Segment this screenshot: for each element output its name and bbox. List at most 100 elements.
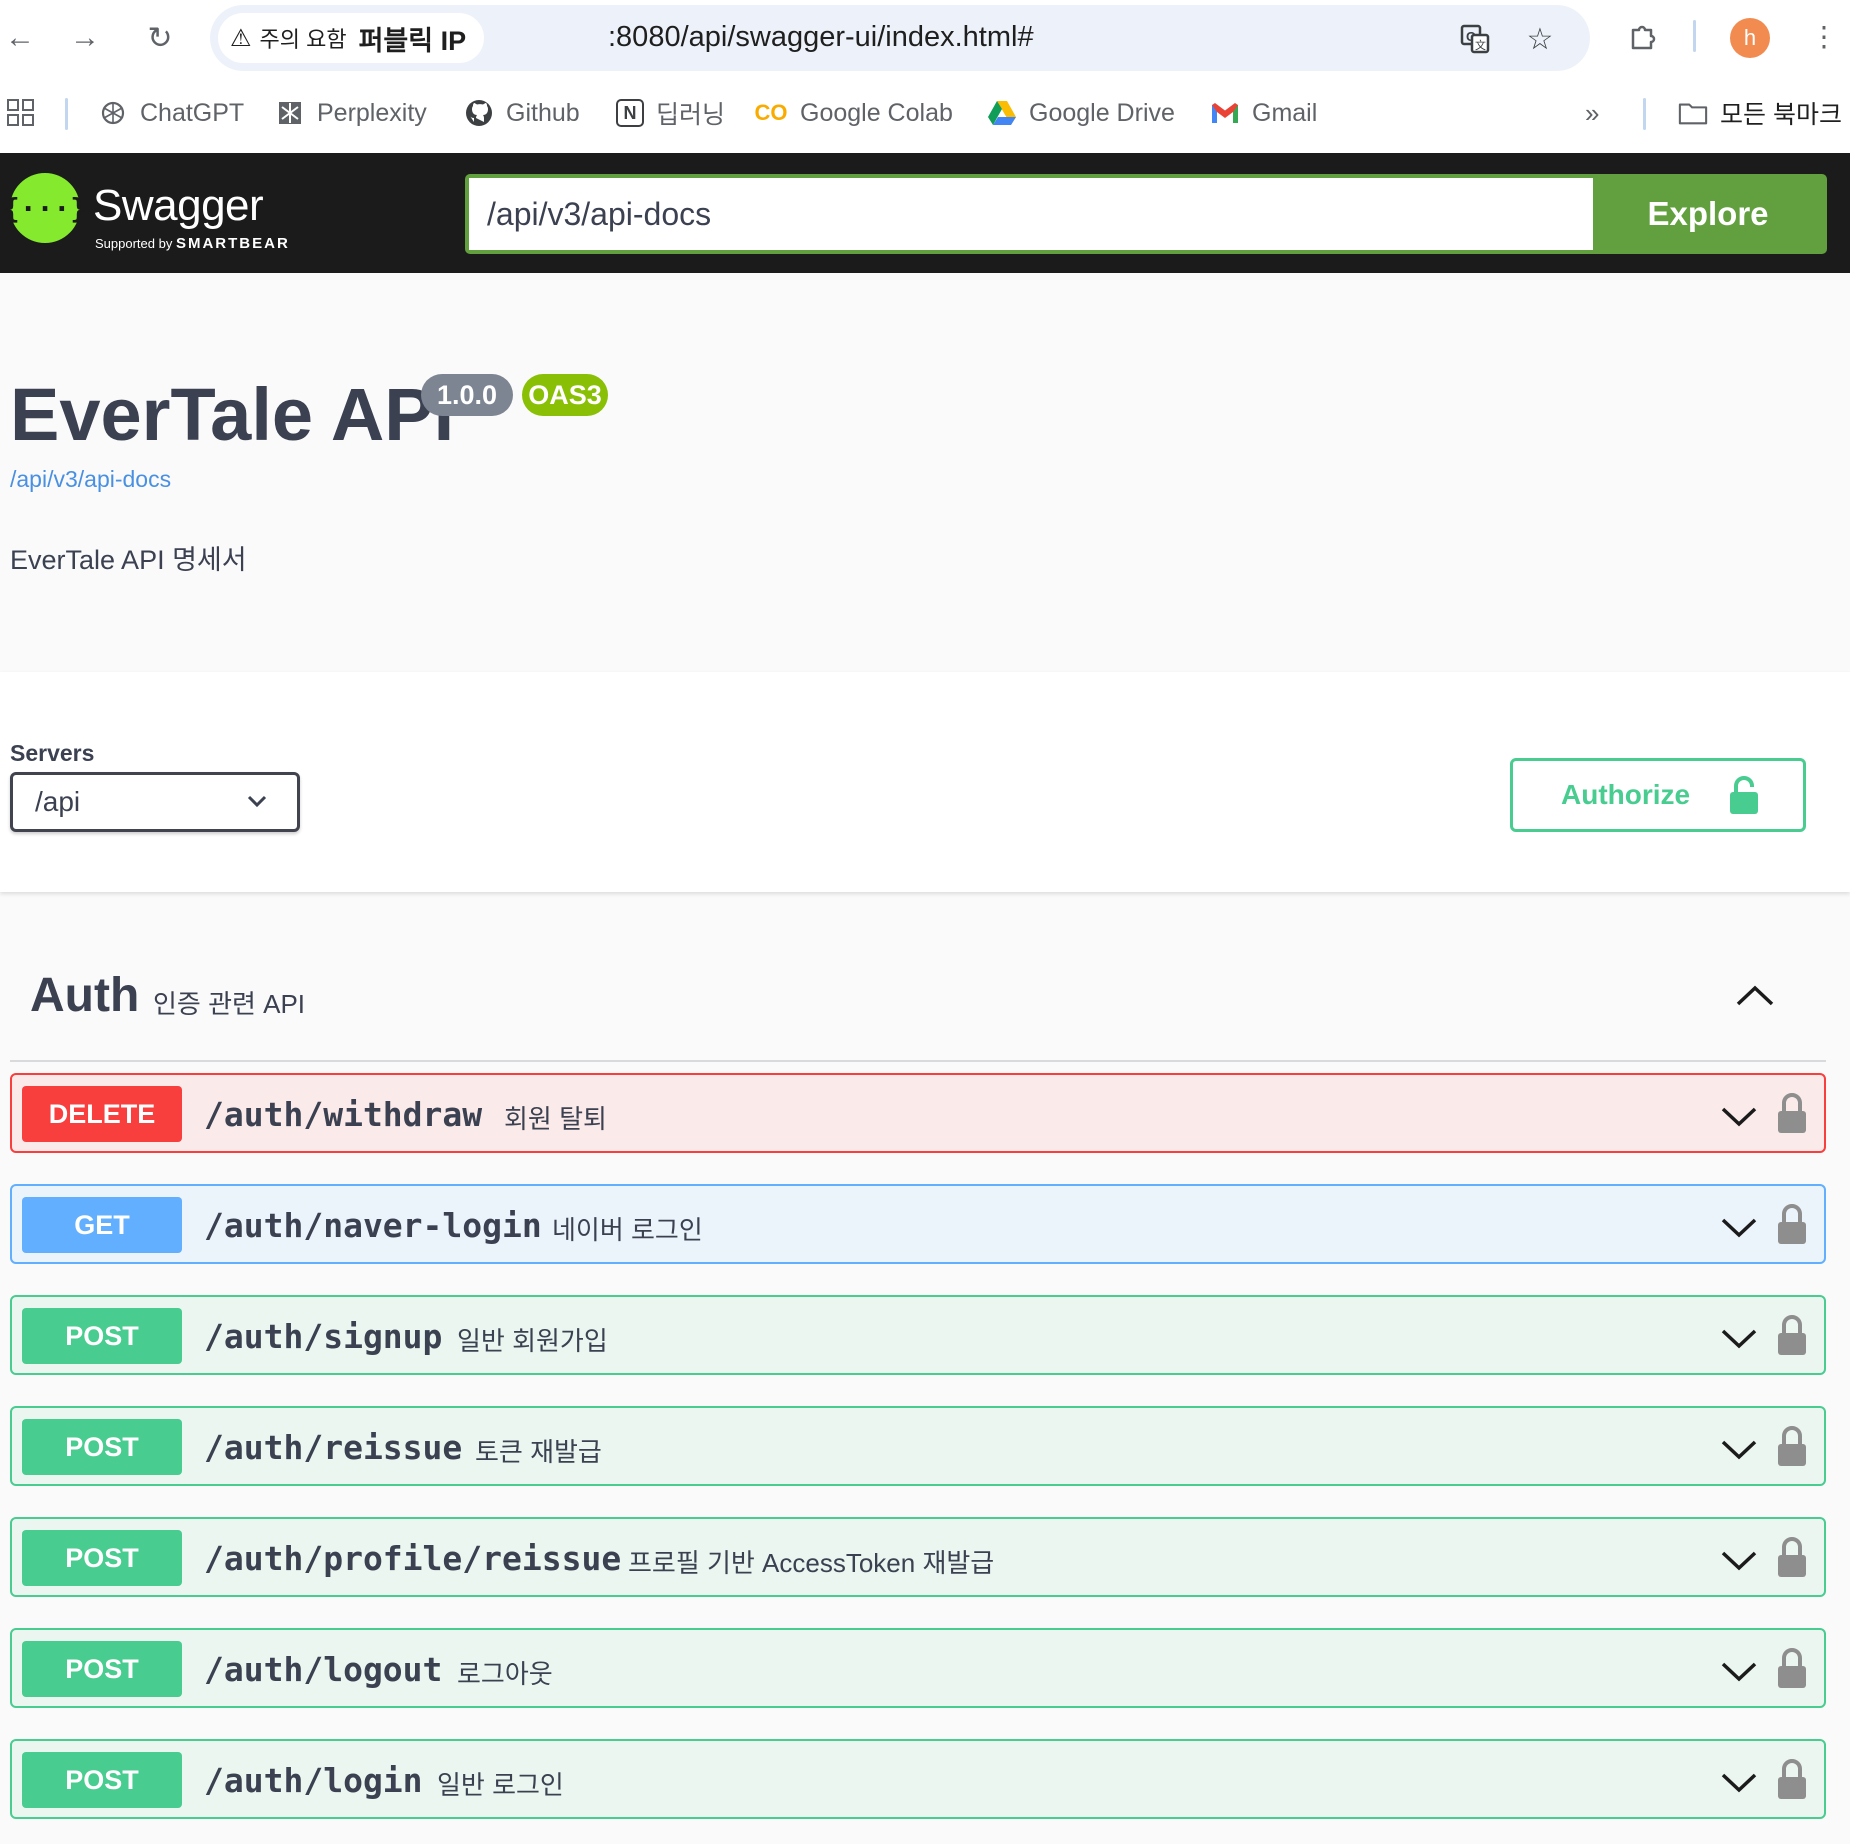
method-badge: GET	[22, 1197, 182, 1253]
method-badge: POST	[22, 1752, 182, 1808]
chevron-down-icon[interactable]	[1717, 1101, 1761, 1131]
operation-path: /auth/signup	[204, 1317, 443, 1356]
bookmark-label: Google Drive	[1029, 98, 1175, 127]
operation-summary: 프로필 기반 AccessToken 재발급	[628, 1548, 995, 1578]
api-description: EverTale API 명세서	[10, 545, 247, 575]
bookmark-perplexity[interactable]: Perplexity	[275, 90, 427, 136]
chevron-down-icon[interactable]	[1717, 1212, 1761, 1242]
bookmark-label: Gmail	[1252, 98, 1318, 127]
folder-icon	[1678, 98, 1708, 128]
operation-post-auth-profile-reissue[interactable]: POST /auth/profile/reissue 프로필 기반 Access…	[10, 1517, 1826, 1597]
swagger-logo-icon[interactable]: {···}	[3, 173, 87, 243]
all-bookmarks-label: 모든 북마크	[1720, 101, 1842, 129]
operation-get-auth-naver-login[interactable]: GET /auth/naver-login 네이버 로그인	[10, 1184, 1826, 1264]
security-chip[interactable]: ⚠ 주의 요함 퍼블릭 IP	[218, 13, 485, 63]
method-badge: POST	[22, 1419, 182, 1475]
bookmark-google-colab[interactable]: CO Google Colab	[754, 90, 953, 136]
lock-icon[interactable]	[1777, 1646, 1807, 1695]
extensions-icon[interactable]	[1623, 16, 1663, 56]
google-drive-icon	[987, 98, 1017, 128]
all-bookmarks-folder[interactable]: 모든 북마크	[1678, 90, 1842, 136]
operation-summary: 토큰 재발급	[475, 1437, 602, 1467]
chevron-down-icon[interactable]	[1717, 1323, 1761, 1353]
security-label: 주의 요함	[259, 27, 347, 52]
chevron-down-icon[interactable]	[1717, 1434, 1761, 1464]
chevron-up-icon[interactable]	[1730, 976, 1780, 1016]
authorize-label: Authorize	[1561, 779, 1691, 810]
url-text[interactable]: :8080/api/swagger-ui/index.html#	[608, 21, 1034, 54]
chevron-down-icon[interactable]	[1717, 1656, 1761, 1686]
chevron-down-icon[interactable]	[1717, 1545, 1761, 1575]
swagger-topbar: {···} Swagger Supported by SMARTBEAR Exp…	[0, 153, 1850, 273]
browser-toolbar: ← → ↻ ⚠ 주의 요함 퍼블릭 IP :8080/api/swagger-u…	[0, 0, 1850, 153]
bookmarks-divider	[65, 98, 68, 130]
bookmark-star-icon[interactable]: ☆	[1520, 19, 1560, 59]
operation-path: /auth/profile/reissue	[204, 1539, 622, 1578]
lock-icon[interactable]	[1777, 1535, 1807, 1584]
bookmark-github[interactable]: Github	[464, 90, 580, 136]
more-bookmarks-icon[interactable]: »	[1585, 90, 1599, 136]
gmail-icon	[1210, 98, 1240, 128]
version-badge: 1.0.0	[421, 374, 513, 416]
bookmarks-bar: ChatGPT Perplexity Github N 딥러닝 CO Googl…	[0, 90, 1850, 136]
translate-icon[interactable]: G文	[1455, 19, 1495, 59]
tag-auth-header[interactable]: Auth 인증 관련 API	[10, 950, 1826, 1062]
lock-icon[interactable]	[1777, 1313, 1807, 1362]
operation-path: /auth/login	[204, 1761, 423, 1800]
supported-by-text: Supported by	[95, 236, 173, 251]
authorize-button[interactable]: Authorize	[1510, 758, 1806, 832]
chevron-down-icon[interactable]	[1717, 1767, 1761, 1797]
perplexity-icon	[275, 98, 305, 128]
notion-icon: N	[616, 99, 644, 127]
tag-description: 인증 관련 API	[153, 989, 306, 1019]
back-arrow-icon[interactable]: ←	[0, 18, 40, 58]
lock-icon[interactable]	[1777, 1424, 1807, 1473]
servers-select[interactable]: /api	[10, 772, 300, 832]
bookmark-deep-learning[interactable]: N 딥러닝	[616, 90, 725, 136]
lock-icon[interactable]	[1777, 1202, 1807, 1251]
operation-path: /auth/logout	[204, 1650, 443, 1689]
operation-summary: 회원 탈퇴	[504, 1104, 607, 1134]
address-bar[interactable]: ⚠ 주의 요함 퍼블릭 IP :8080/api/swagger-ui/inde…	[210, 5, 1590, 71]
bookmark-label: 딥러닝	[656, 101, 726, 129]
scheme-container: Servers /api Authorize	[0, 672, 1850, 892]
spec-url-input[interactable]	[469, 178, 1593, 250]
operation-post-auth-login[interactable]: POST /auth/login 일반 로그인	[10, 1739, 1826, 1819]
explore-button[interactable]: Explore	[1593, 178, 1823, 250]
api-title: EverTale API	[10, 373, 455, 456]
reload-icon[interactable]: ↻	[140, 18, 180, 58]
bookmark-chatgpt[interactable]: ChatGPT	[98, 90, 244, 136]
servers-label: Servers	[10, 740, 95, 766]
bookmark-label: Github	[506, 98, 580, 127]
method-badge: POST	[22, 1308, 182, 1364]
apps-grid-icon[interactable]	[6, 90, 36, 136]
method-badge: DELETE	[22, 1086, 182, 1142]
method-badge: POST	[22, 1530, 182, 1586]
profile-avatar[interactable]: h	[1730, 18, 1770, 58]
more-menu-icon[interactable]: ⋮	[1804, 16, 1844, 56]
oas-badge: OAS3	[522, 374, 608, 416]
operation-delete-auth-withdraw[interactable]: DELETE /auth/withdraw 회원 탈퇴	[10, 1073, 1826, 1153]
operation-summary: 네이버 로그인	[552, 1215, 703, 1245]
swagger-logo-subtitle: Supported by SMARTBEAR	[95, 235, 290, 252]
operation-summary: 로그아웃	[457, 1659, 553, 1689]
operation-summary: 일반 회원가입	[457, 1326, 608, 1356]
operation-post-auth-logout[interactable]: POST /auth/logout 로그아웃	[10, 1628, 1826, 1708]
lock-icon[interactable]	[1777, 1757, 1807, 1806]
github-icon	[464, 98, 494, 128]
tag-name: Auth	[30, 969, 140, 1022]
operation-path: /auth/withdraw	[204, 1095, 483, 1134]
chatgpt-icon	[98, 98, 128, 128]
bookmark-google-drive[interactable]: Google Drive	[987, 90, 1175, 136]
chevron-down-icon	[247, 787, 267, 815]
security-host: 퍼블릭 IP	[358, 25, 467, 56]
lock-icon[interactable]	[1777, 1091, 1807, 1140]
operation-post-auth-reissue[interactable]: POST /auth/reissue 토큰 재발급	[10, 1406, 1826, 1486]
operation-post-auth-signup[interactable]: POST /auth/signup 일반 회원가입	[10, 1295, 1826, 1375]
spec-link[interactable]: /api/v3/api-docs	[10, 466, 171, 493]
method-badge: POST	[22, 1641, 182, 1697]
warning-icon: ⚠	[230, 24, 252, 52]
forward-arrow-icon[interactable]: →	[65, 18, 105, 58]
swagger-logo-text[interactable]: Swagger	[93, 181, 264, 231]
bookmark-gmail[interactable]: Gmail	[1210, 90, 1317, 136]
